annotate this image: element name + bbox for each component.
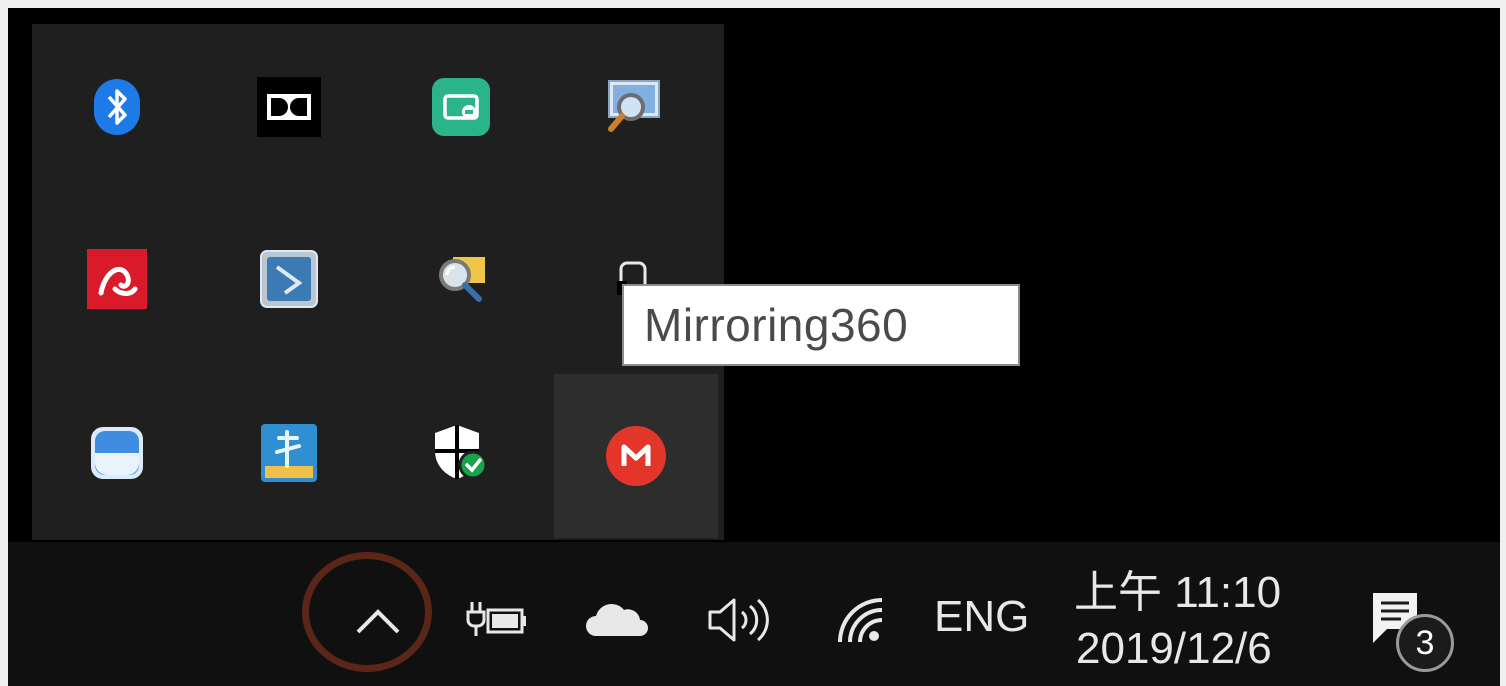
tray-overflow-flyout (32, 24, 724, 540)
avira-antivirus-icon[interactable] (32, 196, 202, 362)
dolby-icon[interactable] (204, 24, 374, 190)
language-indicator[interactable]: ENG (934, 592, 1029, 642)
mirroring360-tooltip: Mirroring360 (622, 284, 1020, 366)
tooltip-text: Mirroring360 (644, 299, 909, 351)
clock-date[interactable]: 2019/12/6 (1076, 624, 1272, 674)
wifi-icon[interactable] (828, 590, 892, 650)
cloud-app-icon[interactable] (32, 370, 202, 536)
search-tool-icon[interactable] (376, 196, 546, 362)
onedrive-icon[interactable] (582, 592, 652, 648)
notification-count-badge: 3 (1396, 614, 1454, 672)
mirroring360-icon[interactable] (554, 374, 718, 538)
screen-share-icon[interactable] (376, 24, 546, 190)
show-hidden-icons-button[interactable] (348, 594, 408, 648)
bluetooth-icon[interactable] (32, 24, 202, 190)
app-tile-icon[interactable] (204, 196, 374, 362)
frame-top (0, 0, 1506, 8)
pen-tablet-icon[interactable] (204, 370, 374, 536)
battery-icon[interactable] (462, 592, 532, 648)
windows-security-icon[interactable] (376, 370, 546, 536)
chevron-up-icon (356, 609, 400, 634)
frame-left (0, 0, 8, 686)
frame-right (1500, 0, 1506, 686)
clock-time[interactable]: 上午 11:10 (1074, 556, 1281, 620)
display-magnifier-icon[interactable] (548, 24, 718, 190)
volume-icon[interactable] (700, 590, 774, 650)
